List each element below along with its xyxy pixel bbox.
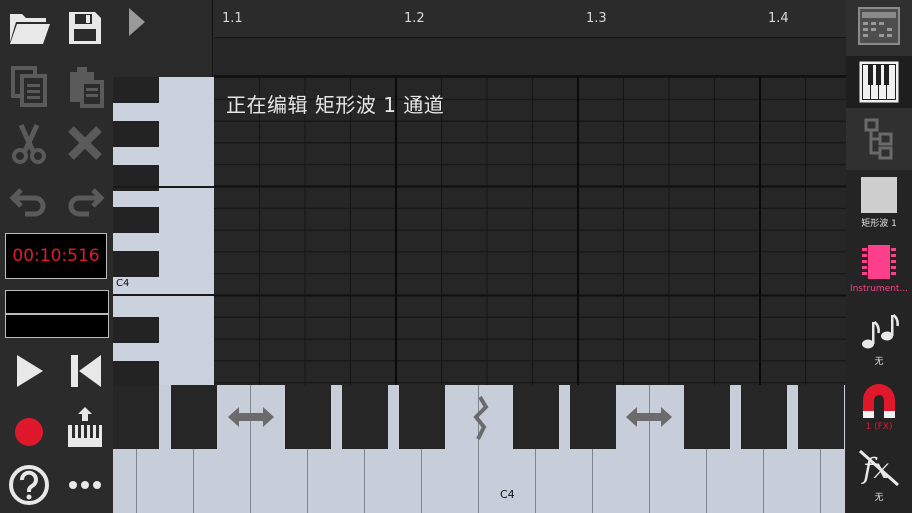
record-icon — [15, 418, 43, 446]
keyboard-input-button[interactable] — [61, 403, 109, 451]
c4-key-label: C4 — [500, 488, 515, 501]
delete-button[interactable] — [61, 119, 109, 167]
cut-button[interactable] — [5, 119, 53, 167]
close-icon — [68, 126, 102, 160]
channel-button[interactable]: 矩形波 1 — [846, 176, 912, 234]
black-key[interactable] — [113, 317, 159, 343]
paste-button[interactable] — [61, 62, 109, 110]
instrument-button[interactable]: Instrument... — [846, 242, 912, 304]
piano-icon — [859, 61, 899, 103]
loop-region-bar[interactable] — [214, 38, 846, 77]
help-button[interactable] — [5, 461, 53, 509]
chip-icon — [862, 245, 896, 279]
snap-button[interactable]: 1 (FX) — [846, 382, 912, 440]
ruler-marker: 1.2 — [404, 11, 425, 26]
keyboard-upload-icon — [68, 407, 102, 447]
black-key[interactable] — [285, 385, 331, 449]
undo-icon — [9, 188, 46, 217]
note-grid[interactable]: 正在编辑 矩形波 1 通道 — [214, 77, 846, 385]
play-button[interactable] — [5, 347, 53, 395]
vertical-piano-keys[interactable]: C4 — [113, 77, 214, 385]
black-key[interactable] — [342, 385, 388, 449]
fx-icon: fx — [858, 449, 900, 487]
open-folder-button[interactable] — [5, 4, 53, 52]
notes-label: 无 — [874, 357, 884, 367]
music-notes-icon — [862, 314, 899, 349]
skip-back-icon — [71, 355, 101, 387]
editing-channel-label: 正在编辑 矩形波 1 通道 — [226, 93, 445, 117]
square-wave-icon — [861, 177, 897, 213]
hierarchy-icon — [864, 118, 893, 160]
more-icon — [69, 481, 101, 489]
more-button[interactable] — [61, 461, 109, 509]
redo-icon — [68, 188, 105, 217]
scissors-icon — [12, 123, 46, 164]
black-key[interactable] — [113, 251, 159, 277]
black-key[interactable] — [513, 385, 559, 449]
left-toolbar: 00:10:516 — [0, 0, 113, 513]
status-box-top — [5, 290, 109, 314]
timeline-ruler[interactable]: 1.1 1.2 1.3 1.4 — [214, 0, 846, 38]
save-button[interactable] — [61, 4, 109, 52]
tree-view-button[interactable] — [846, 114, 912, 164]
fx-button[interactable]: fx 无 — [846, 448, 912, 508]
redo-button[interactable] — [61, 176, 109, 224]
snap-label: 1 (FX) — [865, 422, 893, 432]
floppy-disk-icon — [69, 12, 101, 44]
clipboard-icon — [70, 67, 104, 108]
channel-label: 矩形波 1 — [861, 219, 897, 229]
horizontal-piano-keyboard[interactable]: C4 — [113, 385, 845, 513]
c4-key-label: C4 — [116, 278, 130, 289]
zigzag-divider-icon — [473, 395, 489, 440]
play-icon — [17, 355, 43, 387]
copy-button[interactable] — [5, 62, 53, 110]
ruler-marker: 1.4 — [768, 11, 789, 26]
black-key[interactable] — [113, 207, 159, 233]
black-key[interactable] — [684, 385, 730, 449]
octave-divider — [113, 186, 214, 188]
status-box-bottom — [5, 314, 109, 338]
black-key[interactable] — [570, 385, 616, 449]
play-marker-icon — [129, 8, 145, 36]
undo-button[interactable] — [5, 176, 53, 224]
ruler-marker: 1.3 — [586, 11, 607, 26]
ruler-marker: 1.1 — [222, 11, 243, 26]
resize-left-right-icon — [626, 407, 672, 427]
resize-left-right-icon — [228, 407, 274, 427]
black-key[interactable] — [798, 385, 844, 449]
black-key[interactable] — [113, 385, 159, 449]
note-grid-lines — [214, 77, 846, 385]
record-button[interactable] — [5, 403, 53, 451]
instrument-label: Instrument... — [849, 284, 909, 294]
time-display[interactable]: 00:10:516 — [5, 233, 107, 279]
black-key[interactable] — [171, 385, 217, 449]
magnet-icon — [863, 384, 895, 418]
timeline-expand-button[interactable] — [113, 0, 213, 77]
black-key[interactable] — [113, 77, 159, 103]
black-key[interactable] — [741, 385, 787, 449]
right-panel: 矩形波 1 Instrument... 无 1 (FX) fx 无 — [846, 0, 912, 513]
octave-divider — [113, 294, 214, 296]
sequencer-grid-icon — [858, 7, 900, 45]
song-view-button[interactable] — [846, 6, 912, 46]
fx-label: 无 — [874, 493, 884, 503]
copy-icon — [11, 66, 47, 107]
help-icon — [9, 465, 49, 505]
black-key[interactable] — [113, 361, 159, 385]
black-key[interactable] — [113, 121, 159, 147]
piano-roll-view-button[interactable] — [846, 56, 912, 108]
rewind-to-start-button[interactable] — [61, 347, 109, 395]
black-key[interactable] — [399, 385, 445, 449]
folder-icon — [10, 14, 50, 44]
notes-button[interactable]: 无 — [846, 312, 912, 370]
